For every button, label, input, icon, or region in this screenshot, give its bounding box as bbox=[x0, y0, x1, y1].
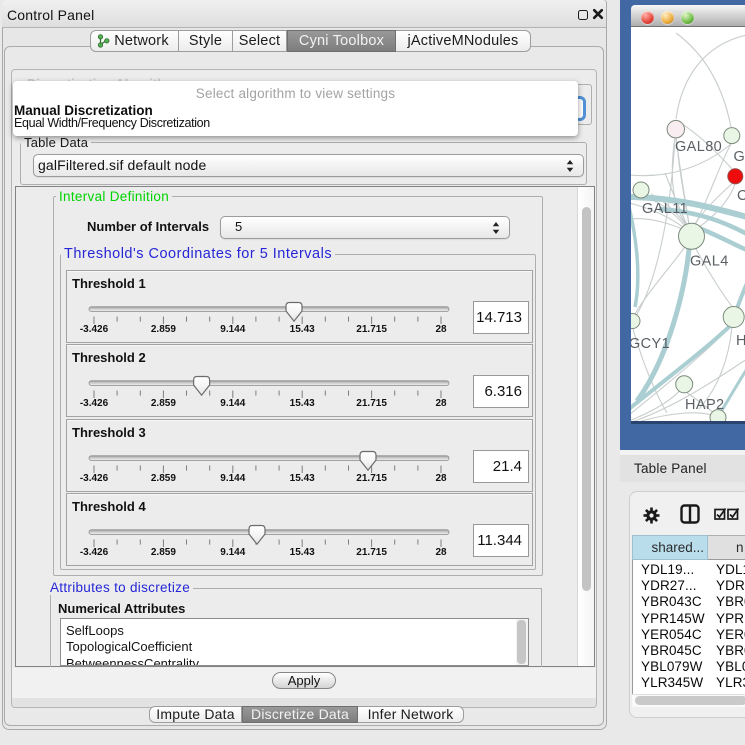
svg-text:21.715: 21.715 bbox=[356, 473, 387, 484]
svg-text:2.859: 2.859 bbox=[151, 398, 176, 409]
svg-text:15.43: 15.43 bbox=[290, 398, 315, 409]
svg-text:H: H bbox=[736, 333, 745, 349]
svg-text:15.43: 15.43 bbox=[290, 547, 315, 558]
svg-text:21.715: 21.715 bbox=[356, 398, 387, 409]
svg-text:HAP2: HAP2 bbox=[685, 397, 724, 413]
svg-text:-3.426: -3.426 bbox=[80, 473, 109, 484]
svg-text:GAL11: GAL11 bbox=[642, 201, 688, 217]
svg-text:9.144: 9.144 bbox=[220, 547, 245, 558]
svg-text:-3.426: -3.426 bbox=[80, 398, 109, 409]
svg-text:2.859: 2.859 bbox=[151, 324, 176, 335]
svg-text:15.43: 15.43 bbox=[290, 473, 315, 484]
svg-text:21.715: 21.715 bbox=[356, 547, 387, 558]
svg-text:G.: G. bbox=[734, 149, 745, 165]
svg-text:C: C bbox=[737, 188, 745, 204]
svg-text:-3.426: -3.426 bbox=[80, 324, 109, 335]
svg-text:9.144: 9.144 bbox=[220, 398, 245, 409]
svg-text:28: 28 bbox=[435, 324, 447, 335]
svg-text:GCY1: GCY1 bbox=[631, 336, 670, 352]
svg-text:9.144: 9.144 bbox=[220, 324, 245, 335]
svg-text:GAL80: GAL80 bbox=[675, 139, 722, 155]
svg-text:28: 28 bbox=[435, 473, 447, 484]
svg-text:2.859: 2.859 bbox=[151, 547, 176, 558]
svg-text:28: 28 bbox=[435, 398, 447, 409]
svg-text:2.859: 2.859 bbox=[151, 473, 176, 484]
svg-text:-3.426: -3.426 bbox=[80, 547, 109, 558]
svg-text:GAL4: GAL4 bbox=[690, 254, 729, 270]
svg-text:28: 28 bbox=[435, 547, 447, 558]
svg-text:15.43: 15.43 bbox=[290, 324, 315, 335]
svg-text:9.144: 9.144 bbox=[220, 473, 245, 484]
svg-text:21.715: 21.715 bbox=[356, 324, 387, 335]
